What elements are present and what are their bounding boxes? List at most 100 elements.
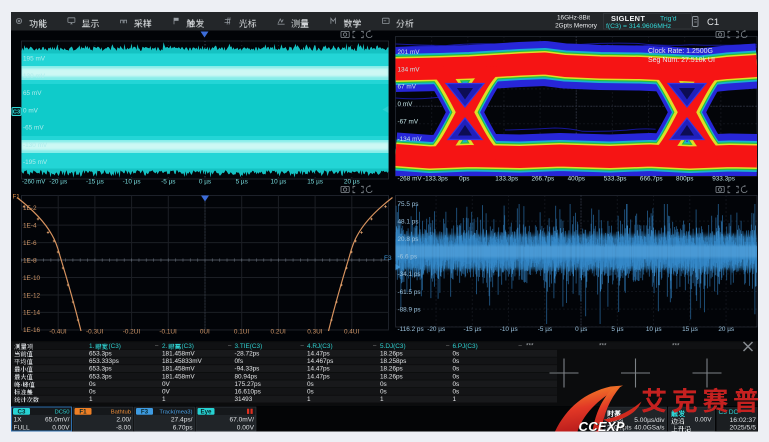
svg-text:6.70ps: 6.70ps — [173, 425, 194, 432]
svg-text:0s: 0s — [453, 358, 460, 365]
svg-text:18.258ps: 18.258ps — [380, 358, 406, 365]
svg-text:1: 1 — [380, 396, 384, 403]
svg-text:65 mV: 65 mV — [23, 90, 42, 97]
svg-text:-61.5 ps: -61.5 ps — [398, 289, 421, 296]
svg-text:0 mV: 0 mV — [23, 107, 39, 114]
svg-text:SIGLENT: SIGLENT — [611, 14, 645, 23]
svg-text:1E-10: 1E-10 — [23, 275, 40, 282]
svg-text:F3: F3 — [141, 409, 149, 416]
svg-text:0s: 0s — [453, 381, 460, 388]
svg-text:0s: 0s — [307, 389, 314, 396]
svg-text:175.27ps: 175.27ps — [235, 381, 261, 388]
svg-text:-20 µs: -20 µs — [427, 326, 445, 333]
svg-text:-260 mV: -260 mV — [22, 179, 46, 186]
svg-text:0s: 0s — [307, 381, 314, 388]
svg-text:14.467ps: 14.467ps — [307, 358, 333, 365]
svg-text:-133.3ps: -133.3ps — [423, 176, 448, 183]
svg-text:1: 1 — [307, 396, 311, 403]
svg-text:15 µs: 15 µs — [307, 179, 323, 186]
svg-text:18.26ps: 18.26ps — [380, 350, 403, 357]
svg-text:181.458mV: 181.458mV — [162, 373, 195, 380]
svg-text:14.47ps: 14.47ps — [307, 373, 330, 380]
svg-text:0UI: 0UI — [200, 329, 210, 336]
svg-text:653.333ps: 653.333ps — [89, 358, 119, 365]
svg-text:0.00V: 0.00V — [52, 425, 70, 432]
svg-text:400ps: 400ps — [568, 176, 585, 183]
svg-text:***: *** — [526, 343, 534, 350]
svg-text:-8.00: -8.00 — [116, 425, 131, 432]
svg-text:2Gpts Memory: 2Gpts Memory — [555, 22, 598, 29]
svg-text:-10 µs: -10 µs — [123, 179, 141, 186]
svg-text:4.RJ(C3): 4.RJ(C3) — [307, 343, 333, 350]
svg-text:20 µs: 20 µs — [344, 179, 360, 186]
svg-text:Clock Rate: 1.2500G: Clock Rate: 1.2500G — [648, 48, 713, 55]
svg-text:0s: 0s — [89, 389, 96, 396]
svg-text:1E-16: 1E-16 — [23, 327, 40, 334]
svg-text:933.3ps: 933.3ps — [712, 176, 735, 183]
svg-text:-94.33ps: -94.33ps — [235, 366, 260, 373]
svg-text:31493: 31493 — [235, 396, 253, 403]
svg-text:1: 1 — [162, 396, 166, 403]
svg-text:0s: 0s — [453, 350, 460, 357]
svg-text:5 µs: 5 µs — [236, 179, 248, 186]
svg-text:***: *** — [672, 343, 680, 350]
svg-text:Track(mea3): Track(mea3) — [159, 410, 192, 416]
svg-text:Seg Num: 27.510k UI: Seg Num: 27.510k UI — [648, 57, 715, 64]
svg-text:181.458mV: 181.458mV — [162, 350, 195, 357]
svg-text:48.1 ps: 48.1 ps — [398, 218, 419, 225]
svg-text:1.: 1. — [89, 343, 95, 350]
svg-text:***: *** — [599, 343, 607, 350]
svg-text:16.610ps: 16.610ps — [235, 389, 261, 396]
svg-text:C1: C1 — [707, 17, 719, 28]
svg-text:15 µs: 15 µs — [682, 326, 698, 333]
svg-text:800ps: 800ps — [676, 176, 693, 183]
svg-text:1E-12: 1E-12 — [23, 292, 40, 299]
svg-text:Eye: Eye — [200, 409, 212, 416]
svg-text:0ps: 0ps — [459, 176, 469, 183]
svg-text:-5 µs: -5 µs — [161, 179, 175, 186]
svg-text:653.3ps: 653.3ps — [89, 366, 112, 373]
svg-text:18.26ps: 18.26ps — [380, 366, 403, 373]
svg-text:5.DJ(C3): 5.DJ(C3) — [380, 343, 406, 350]
svg-text:0.4UI: 0.4UI — [344, 329, 359, 336]
svg-text:(C3): (C3) — [109, 343, 121, 350]
svg-text:FULL: FULL — [14, 425, 30, 432]
svg-text:1X: 1X — [14, 417, 23, 424]
svg-text:2.: 2. — [162, 343, 168, 350]
svg-text:-5 µs: -5 µs — [538, 326, 552, 333]
svg-text:F3: F3 — [384, 255, 392, 262]
svg-text:0s: 0s — [89, 381, 96, 388]
svg-text:0 µs: 0 µs — [199, 179, 211, 186]
svg-text:130 mV: 130 mV — [23, 73, 46, 80]
svg-text:1E-14: 1E-14 — [23, 310, 40, 317]
svg-text:0.2UI: 0.2UI — [271, 329, 286, 336]
svg-text:C3: C3 — [18, 409, 26, 416]
svg-text:-15 µs: -15 µs — [464, 326, 482, 333]
svg-text:133.3ps: 133.3ps — [495, 176, 518, 183]
svg-text:0 µs: 0 µs — [575, 326, 587, 333]
svg-text:Bathtub: Bathtub — [111, 410, 132, 416]
svg-text:F1: F1 — [13, 194, 21, 201]
svg-text:75.5 ps: 75.5 ps — [398, 201, 419, 208]
svg-text:5.00µs/div: 5.00µs/div — [634, 417, 665, 424]
svg-text:2.00/: 2.00/ — [116, 417, 131, 424]
svg-text:16:02:37: 16:02:37 — [730, 417, 757, 424]
svg-text:-0.1UI: -0.1UI — [159, 329, 177, 336]
svg-text:F1: F1 — [79, 409, 87, 416]
svg-text:-268 mV: -268 mV — [398, 176, 423, 183]
svg-text:6.PJ(C3): 6.PJ(C3) — [453, 343, 478, 350]
svg-text:16GHz-8Bit: 16GHz-8Bit — [557, 15, 590, 22]
svg-text:0s: 0s — [453, 389, 460, 396]
svg-text:-0.2UI: -0.2UI — [123, 329, 141, 336]
svg-text:181.45833mV: 181.45833mV — [162, 358, 203, 365]
svg-text:-130 mV: -130 mV — [23, 142, 48, 149]
svg-text:1: 1 — [453, 396, 457, 403]
svg-text:27.4ps/: 27.4ps/ — [171, 417, 193, 424]
svg-text:266.7ps: 266.7ps — [531, 176, 554, 183]
svg-text:DC50: DC50 — [54, 410, 70, 416]
svg-text:20.8 ps: 20.8 ps — [398, 236, 419, 243]
svg-text:134 mV: 134 mV — [398, 66, 421, 73]
svg-text:18.26ps: 18.26ps — [380, 373, 403, 380]
svg-text:-0.4UI: -0.4UI — [49, 329, 67, 336]
svg-text:-195 mV: -195 mV — [23, 159, 48, 166]
